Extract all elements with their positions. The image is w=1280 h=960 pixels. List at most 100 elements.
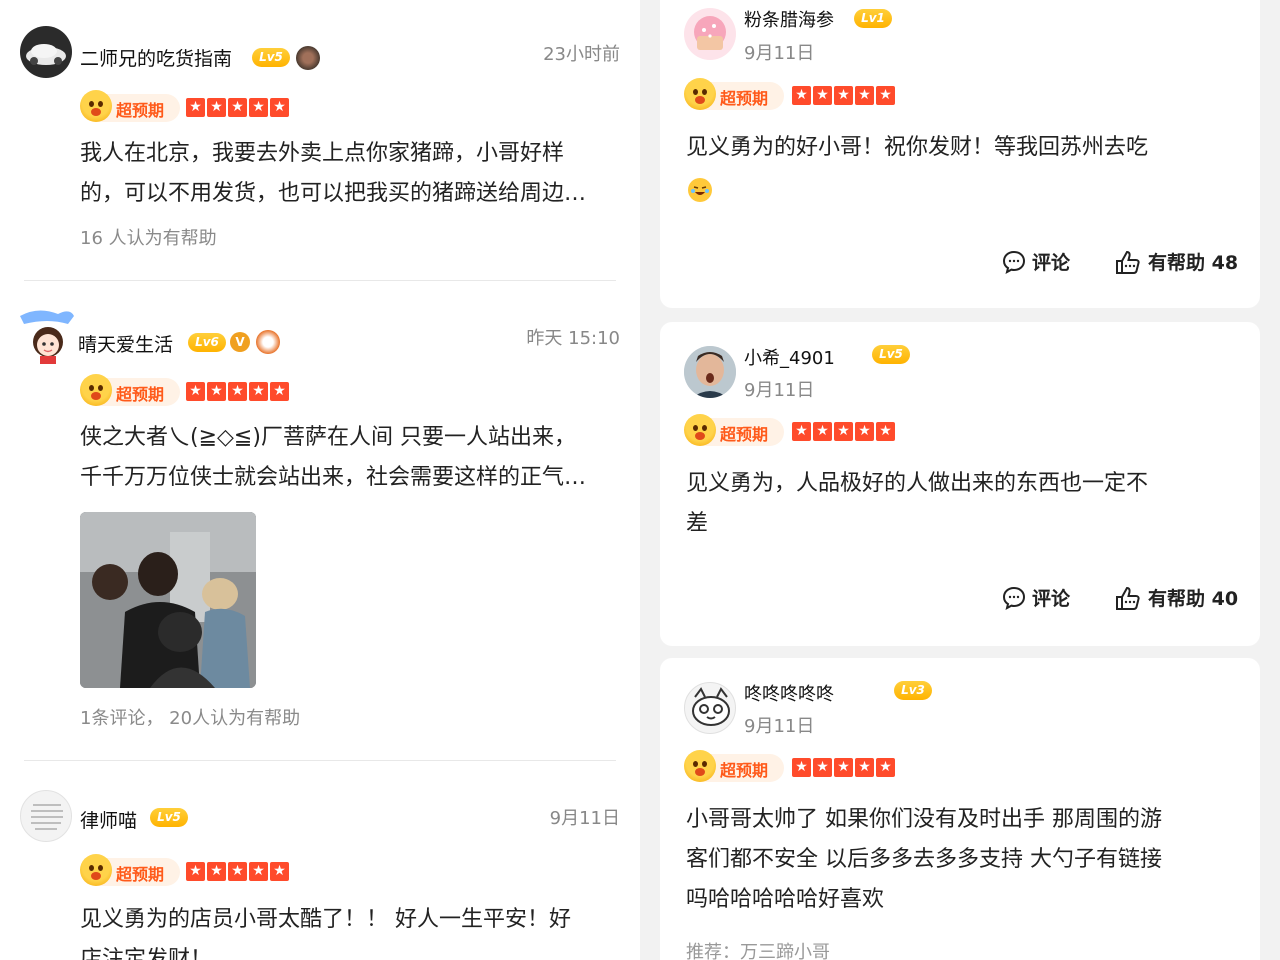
rating-tag-label: 超预期 [116, 385, 165, 404]
comment-icon [1002, 250, 1026, 274]
avatar[interactable] [684, 682, 736, 734]
review-text-line[interactable]: 见义勇为，人品极好的人做出来的东西也一定不 [686, 464, 1246, 504]
star-icon: ★ [876, 422, 895, 441]
review-card[interactable]: 二师兄的吃货指南 Lv5 23小时前 超预期 ★ ★ ★ ★ ★ 我人在北京，我… [0, 0, 640, 282]
star-rating: ★ ★ ★ ★ ★ [792, 758, 895, 777]
star-icon: ★ [186, 382, 205, 401]
surprised-face-icon [684, 414, 716, 446]
star-rating: ★ ★ ★ ★ ★ [186, 382, 289, 401]
star-icon: ★ [249, 98, 268, 117]
right-review-column: 粉条腊海参 Lv1 9月11日 超预期 ★ ★ ★ ★ ★ 见义勇为的好小哥！祝… [640, 0, 1280, 960]
helpful-count: 16 人认为有帮助 [80, 228, 217, 249]
post-time: 9月11日 [549, 808, 620, 829]
helpful-label: 有帮助 40 [1148, 588, 1239, 610]
helpful-button[interactable]: 有帮助 48 [1114, 248, 1238, 275]
star-icon: ★ [207, 98, 226, 117]
username[interactable]: 律师喵 [80, 806, 137, 833]
review-text-line[interactable]: 的，可以不用发货，也可以把我买的猪蹄送给周边… [80, 174, 620, 214]
level-badge: Lv6 [188, 333, 226, 352]
star-rating: ★ ★ ★ ★ ★ [186, 98, 289, 117]
username[interactable]: 小希_4901 [744, 344, 835, 370]
review-photo[interactable] [80, 512, 256, 688]
post-date: 9月11日 [744, 380, 815, 401]
rating-tag: 超预期 [684, 750, 784, 782]
review-text-line[interactable]: 侠之大者乀(≧◇≦)厂菩萨在人间 只要一人站出来， [80, 418, 620, 458]
rating-tag: 超预期 [80, 374, 180, 406]
helpful-button[interactable]: 有帮助 40 [1114, 584, 1238, 611]
star-icon: ★ [228, 862, 247, 881]
post-time: 23小时前 [543, 44, 620, 65]
level-badge: Lv5 [150, 808, 188, 827]
star-icon: ★ [855, 86, 874, 105]
surprised-face-icon [80, 374, 112, 406]
username[interactable]: 粉条腊海参 [744, 6, 834, 32]
rating-tag-label: 超预期 [720, 425, 769, 444]
comment-button[interactable]: 评论 [1002, 248, 1070, 275]
medal-icon [256, 330, 280, 354]
level-badge: Lv3 [894, 681, 932, 700]
star-icon: ★ [876, 86, 895, 105]
username[interactable]: 咚咚咚咚咚 [744, 680, 834, 706]
star-icon: ★ [228, 98, 247, 117]
level-badge: Lv5 [252, 48, 290, 67]
recommend-dish[interactable]: 推荐：万三蹄小哥 [686, 938, 830, 960]
star-icon: ★ [792, 758, 811, 777]
review-card[interactable]: 咚咚咚咚咚 Lv3 9月11日 超预期 ★ ★ ★ ★ ★ 小哥哥太帅了 如果你… [660, 658, 1260, 960]
rating-tag-label: 超预期 [720, 89, 769, 108]
review-stats[interactable]: 1条评论， 20人认为有帮助 [80, 704, 300, 730]
star-rating: ★ ★ ★ ★ ★ [792, 422, 895, 441]
surprised-face-icon [80, 90, 112, 122]
star-icon: ★ [792, 86, 811, 105]
star-icon: ★ [792, 422, 811, 441]
post-time: 昨天 15:10 [526, 328, 620, 349]
post-date: 9月11日 [744, 716, 815, 737]
comment-label: 评论 [1032, 588, 1071, 610]
comment-button[interactable]: 评论 [1002, 584, 1070, 611]
review-text-line[interactable]: 差 [686, 504, 1246, 544]
level-badge: Lv5 [872, 345, 910, 364]
helpful-label: 有帮助 48 [1148, 252, 1239, 274]
thumbs-up-icon [1116, 250, 1140, 274]
review-text-line[interactable]: 吗哈哈哈哈哈好喜欢 [686, 880, 1246, 920]
review-text-line[interactable]: 客们都不安全 以后多多去多多支持 大勺子有链接 [686, 840, 1246, 880]
review-text-line[interactable]: 千千万万位侠士就会站出来，社会需要这样的正气… [80, 458, 620, 498]
star-rating: ★ ★ ★ ★ ★ [186, 862, 289, 881]
review-text-line[interactable]: 见义勇为的店员小哥太酷了！！ 好人一生平安！好 [80, 900, 620, 940]
star-icon: ★ [270, 382, 289, 401]
star-icon: ★ [876, 758, 895, 777]
review-card[interactable]: 粉条腊海参 Lv1 9月11日 超预期 ★ ★ ★ ★ ★ 见义勇为的好小哥！祝… [660, 0, 1260, 308]
star-icon: ★ [270, 98, 289, 117]
medal-icon [296, 46, 320, 70]
star-icon: ★ [249, 862, 268, 881]
star-rating: ★ ★ ★ ★ ★ [792, 86, 895, 105]
verified-icon: V [230, 332, 250, 352]
avatar[interactable] [20, 26, 72, 78]
star-icon: ★ [813, 758, 832, 777]
review-card[interactable]: 晴天爱生活 Lv6 V 昨天 15:10 超预期 ★ ★ ★ ★ ★ 侠之大者乀… [0, 282, 640, 762]
left-review-column: 二师兄的吃货指南 Lv5 23小时前 超预期 ★ ★ ★ ★ ★ 我人在北京，我… [0, 0, 640, 960]
avatar[interactable] [18, 302, 76, 364]
review-card[interactable]: 小希_4901 Lv5 9月11日 超预期 ★ ★ ★ ★ ★ 见义勇为，人品极… [660, 322, 1260, 646]
rating-tag-label: 超预期 [720, 761, 769, 780]
avatar[interactable] [20, 790, 72, 842]
comment-icon [1002, 586, 1026, 610]
review-text-line[interactable]: 我人在北京，我要去外卖上点你家猪蹄，小哥好样 [80, 134, 620, 174]
laughing-crying-emoji-icon [688, 178, 712, 202]
divider [24, 280, 616, 281]
star-icon: ★ [855, 758, 874, 777]
avatar[interactable] [684, 346, 736, 398]
surprised-face-icon [684, 78, 716, 110]
star-icon: ★ [249, 382, 268, 401]
username[interactable]: 晴天爱生活 [78, 330, 173, 357]
surprised-face-icon [80, 854, 112, 886]
review-text-line[interactable]: 小哥哥太帅了 如果你们没有及时出手 那周围的游 [686, 800, 1246, 840]
surprised-face-icon [684, 750, 716, 782]
star-icon: ★ [207, 382, 226, 401]
review-card[interactable]: 律师喵 Lv5 9月11日 超预期 ★ ★ ★ ★ ★ 见义勇为的店员小哥太酷了… [0, 762, 640, 960]
star-icon: ★ [813, 86, 832, 105]
avatar[interactable] [684, 8, 736, 60]
username[interactable]: 二师兄的吃货指南 [80, 44, 232, 71]
review-text-line[interactable]: 见义勇为的好小哥！祝你发财！等我回苏州去吃 [686, 128, 1246, 168]
rating-tag: 超预期 [684, 78, 784, 110]
review-text-line[interactable]: 店注定发财！ [80, 940, 620, 960]
